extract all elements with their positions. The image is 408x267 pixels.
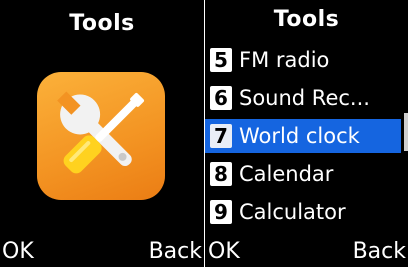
menu-item-world-clock[interactable]: 7 World clock bbox=[205, 119, 401, 153]
menu-item-calculator[interactable]: 9 Calculator bbox=[205, 195, 401, 229]
tools-screen-icon-view: Tools OK Back bbox=[0, 0, 204, 267]
menu-item-label: Calendar bbox=[239, 162, 334, 186]
scrollbar-thumb[interactable] bbox=[404, 113, 408, 151]
menu-item-label: Sound Rec... bbox=[239, 86, 370, 110]
back-softkey[interactable]: Back bbox=[149, 238, 202, 266]
softkey-bar: OK Back bbox=[205, 238, 408, 266]
ok-softkey[interactable]: OK bbox=[2, 238, 34, 266]
menu-item-calendar[interactable]: 8 Calendar bbox=[205, 157, 401, 191]
menu-item-label: Calculator bbox=[239, 200, 346, 224]
menu-item-fm-radio[interactable]: 5 FM radio bbox=[205, 43, 401, 77]
menu-item-label: FM radio bbox=[239, 48, 330, 72]
menu-item-label: World clock bbox=[239, 124, 360, 148]
menu-item-number: 5 bbox=[210, 48, 232, 72]
softkey-bar: OK Back bbox=[0, 238, 204, 266]
tools-icon[interactable] bbox=[37, 72, 165, 200]
menu-scrollbar[interactable] bbox=[404, 43, 408, 233]
menu-item-number: 6 bbox=[210, 86, 232, 110]
screen-title: Tools bbox=[69, 11, 135, 36]
menu-item-number: 7 bbox=[210, 124, 232, 148]
menu-item-number: 9 bbox=[210, 200, 232, 224]
tools-screen-list-view: Tools 5 FM radio 6 Sound Rec... 7 World … bbox=[205, 0, 408, 267]
back-softkey[interactable]: Back bbox=[353, 238, 406, 266]
menu-item-number: 8 bbox=[210, 162, 232, 186]
menu-item-sound-recorder[interactable]: 6 Sound Rec... bbox=[205, 81, 401, 115]
screen-title: Tools bbox=[273, 7, 340, 32]
ok-softkey[interactable]: OK bbox=[208, 238, 240, 266]
